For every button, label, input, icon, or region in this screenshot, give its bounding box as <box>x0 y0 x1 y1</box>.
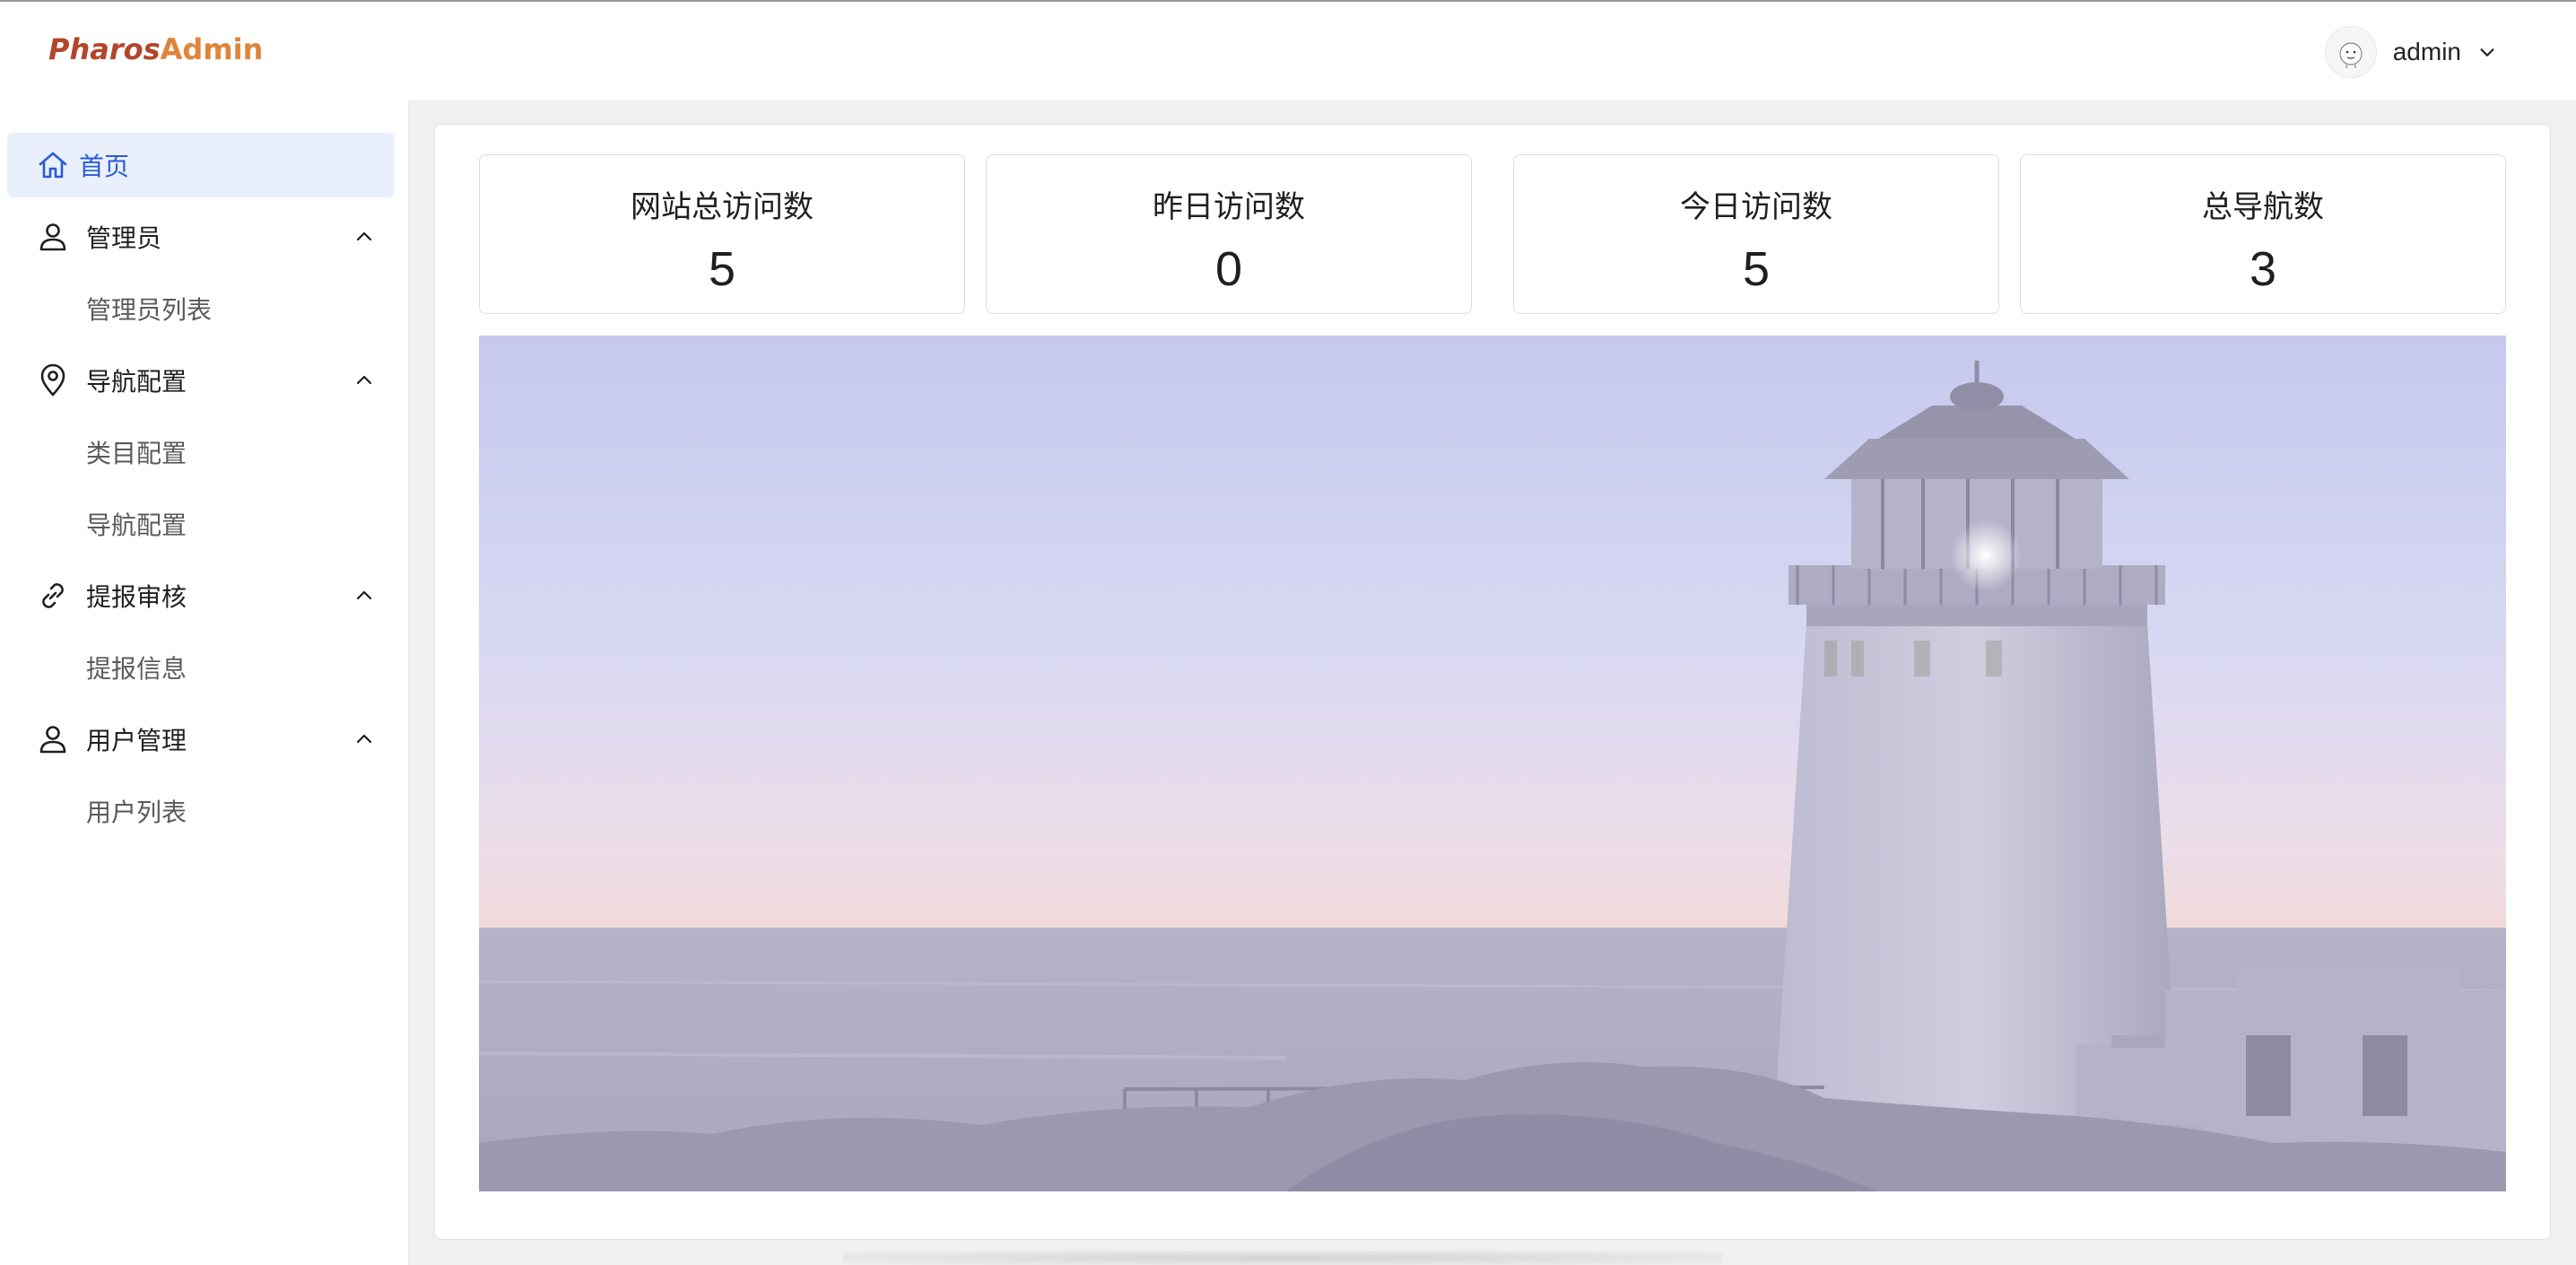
sidebar-subitem-label: 管理员列表 <box>86 295 213 325</box>
sidebar-subitem-user-list[interactable]: 用户列表 <box>7 782 395 840</box>
dashboard-banner-image <box>479 336 2506 1191</box>
link-icon <box>42 583 64 608</box>
sidebar-item-admins[interactable]: 管理员 <box>7 205 395 269</box>
stat-value: 3 <box>2249 242 2277 296</box>
sidebar-item-nav-config[interactable]: 导航配置 <box>7 348 395 413</box>
location-pin-icon <box>40 363 65 397</box>
stat-card-today-visits: 今日访问数 5 <box>1513 154 1999 314</box>
stat-title: 总导航数 <box>2202 189 2324 225</box>
sidebar-subitem-label: 用户列表 <box>86 798 187 827</box>
app-logo[interactable]: PharosAdmin <box>48 32 263 66</box>
sidebar-item-label: 管理员 <box>86 223 162 253</box>
stat-card-total-navs: 总导航数 3 <box>2020 154 2506 314</box>
sidebar-subitem-category-config[interactable]: 类目配置 <box>7 423 395 481</box>
sidebar-subitem-label: 导航配置 <box>86 510 187 540</box>
stat-value: 5 <box>708 242 736 296</box>
chevron-down-icon[interactable] <box>2477 42 2497 62</box>
sidebar: 首页 管理员 管理员列表 导航配置 类目配置 导航配置 提报审核 提报信息 用户… <box>0 100 409 1265</box>
stat-card-total-visits: 网站总访问数 5 <box>479 154 965 314</box>
stat-title: 今日访问数 <box>1680 189 1832 225</box>
logo-text-admin: Admin <box>160 32 264 66</box>
sidebar-subitem-label: 类目配置 <box>86 439 187 468</box>
sidebar-item-home[interactable]: 首页 <box>7 133 395 197</box>
chevron-up-icon[interactable] <box>353 370 375 391</box>
user-icon <box>39 223 66 251</box>
sidebar-item-label: 用户管理 <box>86 726 187 755</box>
sidebar-subitem-report-info[interactable]: 提报信息 <box>7 639 395 696</box>
sidebar-subitem-admin-list[interactable]: 管理员列表 <box>7 280 395 337</box>
user-menu[interactable]: admin <box>2324 25 2497 79</box>
stat-title: 网站总访问数 <box>631 189 814 225</box>
chevron-up-icon[interactable] <box>353 585 375 606</box>
stat-value: 5 <box>1742 242 1771 296</box>
sidebar-item-label: 导航配置 <box>86 367 187 397</box>
avatar-face-icon <box>2339 42 2363 68</box>
stat-value: 0 <box>1214 242 1243 296</box>
user-name: admin <box>2392 38 2461 65</box>
chevron-up-icon[interactable] <box>353 226 375 248</box>
avatar[interactable] <box>2324 26 2377 78</box>
sidebar-item-user-management[interactable]: 用户管理 <box>7 707 395 772</box>
stat-title: 昨日访问数 <box>1153 189 1305 225</box>
stat-card-yesterday-visits: 昨日访问数 0 <box>986 154 1472 314</box>
user-icon <box>39 726 66 754</box>
sidebar-subitem-nav-config[interactable]: 导航配置 <box>7 495 395 553</box>
sidebar-subitem-label: 提报信息 <box>86 654 187 684</box>
sidebar-item-label: 提报审核 <box>86 582 187 612</box>
sidebar-item-report-review[interactable]: 提报审核 <box>7 563 395 628</box>
home-icon <box>39 152 67 179</box>
chevron-up-icon[interactable] <box>353 728 375 750</box>
bottom-shadow <box>843 1251 1722 1265</box>
lighthouse-illustration <box>479 336 2506 1191</box>
top-header: PharosAdmin admin <box>0 0 2576 100</box>
sidebar-item-label: 首页 <box>79 152 130 181</box>
logo-text-pharos: Pharos <box>48 32 161 66</box>
